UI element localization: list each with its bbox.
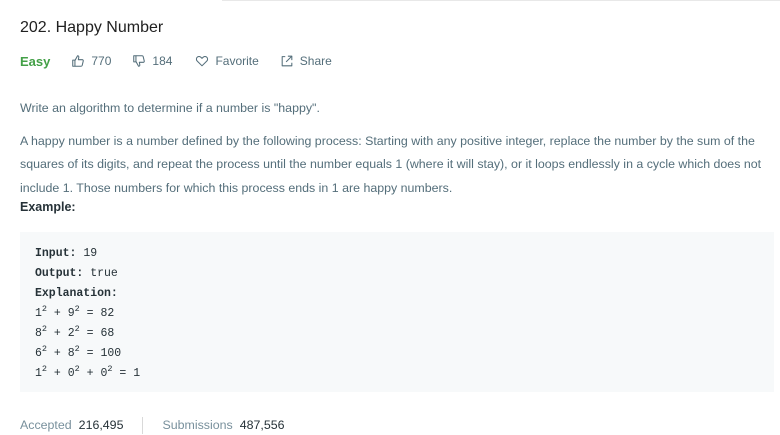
statement-definition: A happy number is a number defined by th… — [20, 133, 762, 195]
explanation-step: 12 + 02 + 02 = 1 — [35, 364, 141, 380]
heart-icon — [196, 55, 209, 67]
input-value: 19 — [83, 247, 98, 260]
explanation-step: 12 + 92 = 82 — [35, 304, 115, 320]
stats-divider — [142, 416, 144, 434]
explanation-step: 82 + 22 = 68 — [35, 324, 115, 340]
example-input-line: Input: 19 — [35, 244, 759, 264]
example-code-block: Input: 19 Output: true Explanation: 12 +… — [20, 232, 774, 392]
like-button[interactable]: 770 — [71, 54, 111, 68]
thumbs-up-icon — [72, 55, 85, 67]
share-icon — [281, 55, 293, 67]
difficulty-badge: Easy — [20, 53, 51, 69]
submissions-label: Submissions — [162, 418, 233, 432]
input-label: Input: — [35, 247, 77, 260]
accepted-count: 216,495 — [78, 418, 124, 432]
explanation-label: Explanation: — [35, 287, 118, 300]
output-label: Output: — [35, 267, 84, 280]
accepted-label: Accepted — [20, 418, 72, 432]
problem-title: 202. Happy Number — [20, 19, 164, 36]
example-heading: Example: — [20, 200, 76, 214]
example-explanation-line: Explanation: — [35, 284, 759, 304]
explanation-step: 62 + 82 = 100 — [35, 344, 122, 360]
favorite-label: Favorite — [215, 54, 259, 68]
example-output-line: Output: true — [35, 264, 759, 284]
dislike-count: 184 — [152, 54, 173, 68]
favorite-button[interactable]: Favorite — [195, 54, 259, 68]
submission-stats: Accepted 216,495 Submissions 487,556 — [20, 415, 285, 435]
submissions-count: 487,556 — [239, 418, 285, 432]
like-count: 770 — [91, 54, 112, 68]
statement-intro: Write an algorithm to determine if a num… — [20, 101, 320, 115]
top-divider — [222, 0, 780, 1]
output-value: true — [90, 267, 118, 280]
share-label: Share — [299, 54, 332, 68]
problem-statement: Write an algorithm to determine if a num… — [20, 97, 780, 209]
share-button[interactable]: Share — [280, 54, 332, 68]
problem-meta-bar: Easy 770 184 Favorite Share — [20, 51, 332, 71]
dislike-button[interactable]: 184 — [132, 54, 172, 68]
thumbs-down-icon — [133, 55, 146, 67]
